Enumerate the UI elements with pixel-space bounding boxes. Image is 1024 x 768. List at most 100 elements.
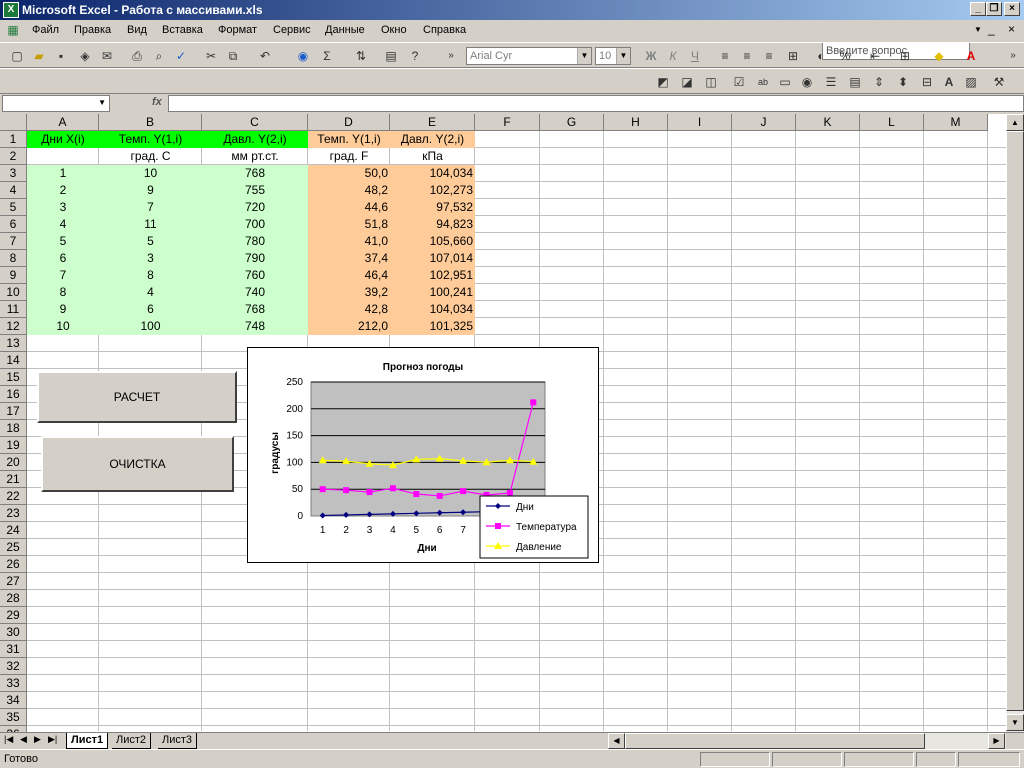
permission-icon[interactable]: ◈ <box>76 47 94 65</box>
table-cell[interactable]: 42,8 <box>308 301 390 318</box>
help-icon[interactable]: ? <box>406 47 424 65</box>
table-cell[interactable]: 4 <box>27 216 99 233</box>
toolbar-more2-icon[interactable]: » <box>1004 47 1022 65</box>
header-temp-f[interactable]: Темп. Y(1,i) <box>308 131 390 148</box>
new-icon[interactable]: ▢ <box>8 47 26 65</box>
next-sheet-icon[interactable]: ▶ <box>34 734 41 745</box>
sort-icon[interactable]: ⇅ <box>352 47 370 65</box>
scroll-up-icon[interactable]: ▲ <box>1006 114 1024 131</box>
combo-box-icon[interactable]: ▤ <box>846 73 864 91</box>
chart-wizard-icon[interactable]: ▤ <box>382 47 400 65</box>
column-header-e[interactable]: E <box>390 114 475 131</box>
menu-edit[interactable]: Правка <box>74 24 111 36</box>
table-cell[interactable]: 51,8 <box>308 216 390 233</box>
print-preview-icon[interactable]: ⌕ <box>150 47 168 65</box>
align-right-icon[interactable]: ≡ <box>760 47 778 65</box>
table-cell[interactable]: 104,034 <box>390 301 475 318</box>
column-header-d[interactable]: D <box>308 114 390 131</box>
row-header-1[interactable]: 1 <box>0 131 27 148</box>
column-header-m[interactable]: M <box>924 114 988 131</box>
select-all-corner[interactable] <box>0 114 27 131</box>
table-cell[interactable]: 102,951 <box>390 267 475 284</box>
column-header-g[interactable]: G <box>540 114 604 131</box>
table-cell[interactable]: 212,0 <box>308 318 390 335</box>
spinner-icon[interactable]: ⬍ <box>894 73 912 91</box>
row-header-22[interactable]: 22 <box>0 488 27 505</box>
table-cell[interactable]: 9 <box>99 182 202 199</box>
row-header-21[interactable]: 21 <box>0 471 27 488</box>
column-header-h[interactable]: H <box>604 114 668 131</box>
column-header-i[interactable]: I <box>668 114 732 131</box>
horizontal-scroll-thumb[interactable] <box>625 733 925 749</box>
autosum-icon[interactable]: Σ <box>318 47 336 65</box>
italic-icon[interactable]: К <box>664 47 682 65</box>
table-cell[interactable]: 100 <box>99 318 202 335</box>
doc-minimize-icon[interactable]: _ <box>988 22 995 36</box>
save-icon[interactable]: ▪ <box>52 47 70 65</box>
merge-center-icon[interactable]: ⊞ <box>784 47 802 65</box>
calc-button[interactable]: РАСЧЕТ <box>37 371 237 423</box>
row-header-23[interactable]: 23 <box>0 505 27 522</box>
button-control-icon[interactable]: ▭ <box>776 73 794 91</box>
fill-color-icon[interactable]: ◆ <box>930 47 948 65</box>
table-cell[interactable]: 101,325 <box>390 318 475 335</box>
row-header-19[interactable]: 19 <box>0 437 27 454</box>
fx-icon[interactable]: fx <box>152 96 162 108</box>
column-header-j[interactable]: J <box>732 114 796 131</box>
column-header-c[interactable]: C <box>202 114 308 131</box>
font-color-icon[interactable]: A <box>962 47 980 65</box>
table-cell[interactable]: 768 <box>202 165 308 182</box>
table-cell[interactable]: 50,0 <box>308 165 390 182</box>
row-header-24[interactable]: 24 <box>0 522 27 539</box>
bold-icon[interactable]: Ж <box>642 47 660 65</box>
column-header-k[interactable]: K <box>796 114 860 131</box>
row-header-17[interactable]: 17 <box>0 403 27 420</box>
table-cell[interactable]: 7 <box>99 199 202 216</box>
table-cell[interactable]: 6 <box>27 250 99 267</box>
table-cell[interactable]: 1 <box>27 165 99 182</box>
row-header-11[interactable]: 11 <box>0 301 27 318</box>
table-cell[interactable]: 2 <box>27 182 99 199</box>
table-cell[interactable]: 720 <box>202 199 308 216</box>
row-header-12[interactable]: 12 <box>0 318 27 335</box>
column-header-l[interactable]: L <box>860 114 924 131</box>
scroll-down-icon[interactable]: ▼ <box>1006 714 1024 731</box>
table-cell[interactable]: 8 <box>99 267 202 284</box>
row-header-27[interactable]: 27 <box>0 573 27 590</box>
scrollbar-control-icon[interactable]: ⇕ <box>870 73 888 91</box>
row-header-2[interactable]: 2 <box>0 148 27 165</box>
table-cell[interactable]: 37,4 <box>308 250 390 267</box>
unit-temp-c[interactable]: град. С <box>99 148 202 165</box>
chart-icon[interactable]: ◩ <box>654 73 672 91</box>
restore-icon[interactable]: ❐ <box>986 2 1002 16</box>
image-icon[interactable]: ▨ <box>962 73 980 91</box>
menu-tools[interactable]: Сервис <box>273 24 311 36</box>
row-header-15[interactable]: 15 <box>0 369 27 386</box>
row-header-28[interactable]: 28 <box>0 590 27 607</box>
table-cell[interactable]: 755 <box>202 182 308 199</box>
horizontal-scrollbar[interactable]: ◀ ▶ <box>608 733 1006 749</box>
close-icon[interactable]: × <box>1004 2 1020 16</box>
font-name-combo[interactable]: Arial Cyr ▼ <box>466 47 592 65</box>
row-header-3[interactable]: 3 <box>0 165 27 182</box>
name-box-dropdown-icon[interactable]: ▼ <box>98 98 106 107</box>
table-cell[interactable]: 46,4 <box>308 267 390 284</box>
option-button-icon[interactable]: ◉ <box>798 73 816 91</box>
table-cell[interactable]: 104,034 <box>390 165 475 182</box>
email-icon[interactable]: ✉ <box>98 47 116 65</box>
borders-icon[interactable]: ⊞ <box>896 47 914 65</box>
chart-object[interactable]: Прогноз погоды градусы Дни 0 50 100 150 200 2… <box>247 347 599 563</box>
toolbar-more-icon[interactable]: » <box>442 47 460 65</box>
row-header-18[interactable]: 18 <box>0 420 27 437</box>
name-box[interactable]: ▼ <box>2 95 110 112</box>
scroll-right-icon[interactable]: ▶ <box>988 733 1005 749</box>
table-cell[interactable]: 48,2 <box>308 182 390 199</box>
row-header-10[interactable]: 10 <box>0 284 27 301</box>
sheet-tab-1[interactable]: Лист1 <box>66 733 109 749</box>
table-cell[interactable]: 41,0 <box>308 233 390 250</box>
row-header-8[interactable]: 8 <box>0 250 27 267</box>
row-header-13[interactable]: 13 <box>0 335 27 352</box>
unit-press-kpa[interactable]: кПа <box>390 148 475 165</box>
clear-button[interactable]: ОЧИСТКА <box>41 436 234 492</box>
table-cell[interactable]: 97,532 <box>390 199 475 216</box>
